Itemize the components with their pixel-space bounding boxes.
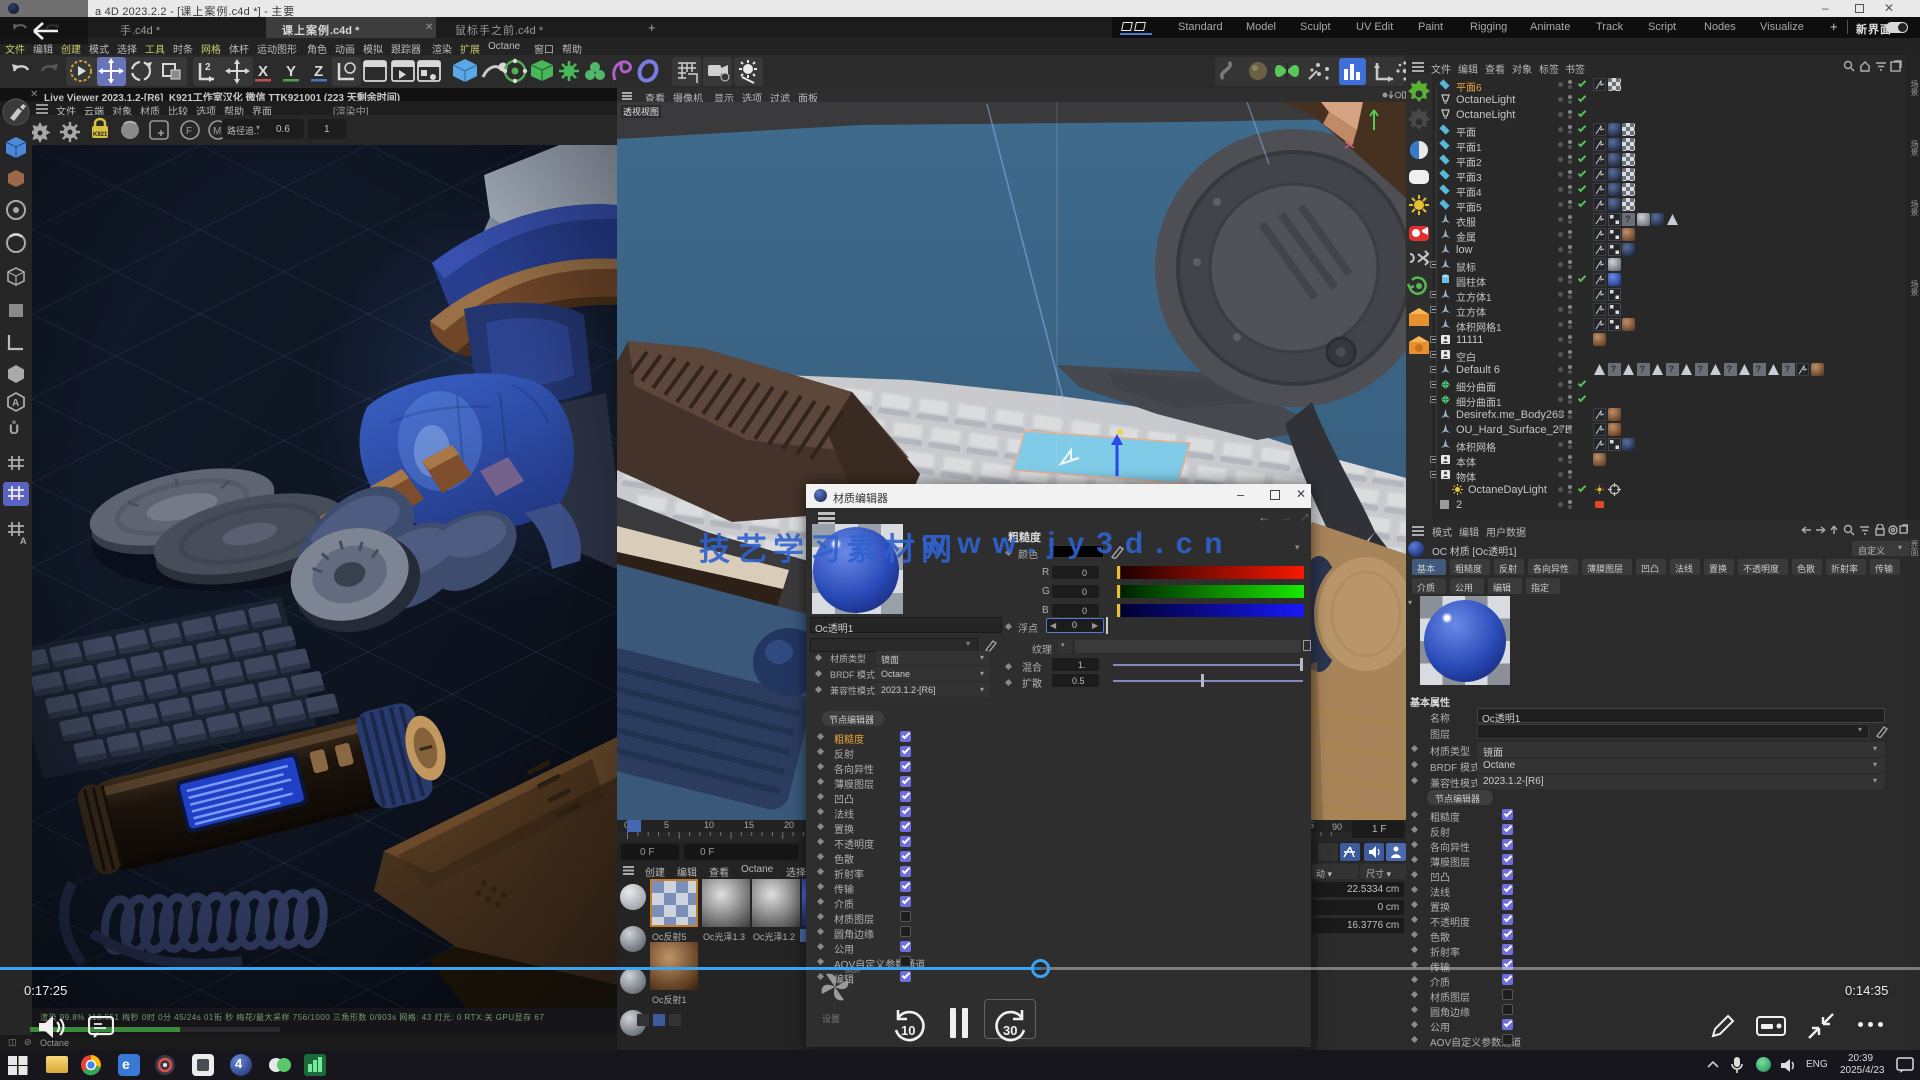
svg-text:A: A [12, 398, 19, 409]
svg-text:F: F [186, 126, 192, 137]
svg-text:A: A [20, 536, 27, 546]
svg-text:K921: K921 [93, 132, 108, 138]
svg-text:Y: Y [286, 63, 296, 80]
svg-text:10: 10 [901, 1023, 915, 1038]
svg-text:30: 30 [1003, 1023, 1017, 1038]
svg-text:X: X [258, 63, 268, 80]
svg-text:2: 2 [205, 62, 211, 73]
svg-text:Z: Z [314, 63, 323, 80]
svg-text:Ů: Ů [9, 419, 19, 437]
svg-text:M: M [213, 126, 221, 137]
